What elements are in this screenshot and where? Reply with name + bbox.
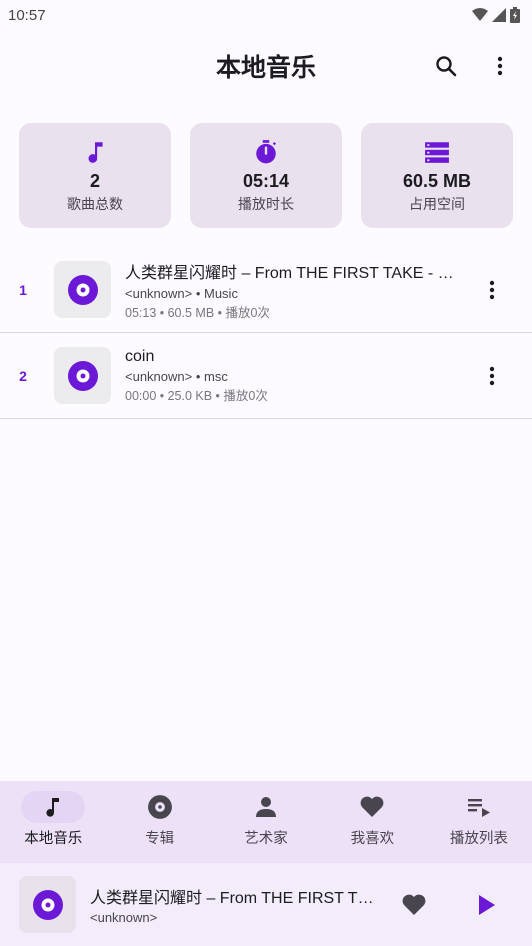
song-index: 2 [19, 367, 27, 384]
song-list: 1 人类群星闪耀时 – From THE FIRST TAKE - … <unk… [0, 247, 532, 419]
nav-label: 我喜欢 [350, 831, 395, 847]
nav-label: 本地音乐 [24, 831, 83, 847]
play-button[interactable] [470, 889, 502, 921]
disc-icon [67, 360, 98, 391]
stat-label: 歌曲总数 [67, 196, 123, 212]
song-row[interactable]: 2 coin <unknown> • msc 00:00 • 25.0 KB •… [0, 333, 532, 419]
music-note-icon [88, 142, 103, 163]
stat-value: 05:14 [242, 171, 290, 191]
bottom-nav: 本地音乐 专辑 艺术家 我喜欢 播放列表 [0, 781, 532, 863]
nav-label: 艺术家 [244, 831, 288, 847]
status-time: 10:57 [8, 6, 46, 24]
stat-card-storage: 60.5 MB 占用空间 [361, 123, 513, 228]
stat-value: 2 [89, 171, 100, 191]
more-vert-icon [489, 280, 495, 300]
stat-label: 占用空间 [409, 196, 465, 212]
song-artist-album: <unknown> • msc [125, 368, 228, 384]
nav-item-local-music[interactable]: 本地音乐 [0, 781, 106, 863]
nav-item-playlists[interactable]: 播放列表 [426, 781, 532, 863]
stats-row: 2 歌曲总数 05:14 播放时长 60.5 MB 占用空间 [19, 123, 513, 228]
wifi-icon [472, 8, 488, 21]
song-more-button[interactable] [480, 274, 504, 306]
status-icons [472, 7, 520, 23]
disc-icon [32, 889, 63, 920]
disc-icon [67, 274, 98, 305]
nav-item-albums[interactable]: 专辑 [106, 781, 212, 863]
music-note-icon [46, 798, 60, 817]
song-meta: 00:00 • 25.0 KB • 播放0次 [125, 388, 268, 403]
song-artist-album: <unknown> • Music [125, 285, 238, 301]
nav-item-artists[interactable]: 艺术家 [213, 781, 319, 863]
app-bar: 本地音乐 [0, 38, 532, 94]
heart-icon [361, 796, 384, 817]
more-vert-icon [497, 56, 503, 76]
song-index: 1 [19, 281, 27, 298]
song-title: 人类群星闪耀时 – From THE FIRST TAKE - … [125, 264, 454, 282]
page-title: 本地音乐 [215, 54, 316, 82]
player-album-art [19, 876, 76, 933]
nav-label: 专辑 [145, 831, 175, 847]
timer-icon [256, 140, 277, 164]
stat-label: 播放时长 [238, 196, 294, 212]
play-icon [479, 895, 495, 915]
player-artist: <unknown> [90, 910, 158, 925]
cell-signal-icon [492, 8, 506, 22]
song-title: coin [125, 347, 155, 365]
favorite-button[interactable] [398, 889, 430, 921]
song-meta: 05:13 • 60.5 MB • 播放0次 [125, 305, 270, 320]
more-options-button[interactable] [484, 50, 516, 82]
battery-icon [510, 7, 520, 23]
nav-item-favorites[interactable]: 我喜欢 [319, 781, 425, 863]
song-more-button[interactable] [480, 360, 504, 392]
status-bar: 10:57 [0, 0, 532, 30]
stat-card-song-count: 2 歌曲总数 [19, 123, 171, 228]
player-title: 人类群星闪耀时 – From THE FIRST T… [90, 890, 374, 907]
search-button[interactable] [430, 50, 462, 82]
search-icon [436, 56, 457, 77]
nav-label: 播放列表 [449, 831, 508, 847]
album-icon [147, 795, 172, 819]
song-row[interactable]: 1 人类群星闪耀时 – From THE FIRST TAKE - … <unk… [0, 247, 532, 333]
heart-icon [402, 894, 426, 915]
mini-player[interactable]: 人类群星闪耀时 – From THE FIRST T… <unknown> [0, 863, 532, 946]
playlist-icon [467, 799, 490, 817]
album-art [54, 261, 111, 318]
album-art [54, 347, 111, 404]
stat-card-duration: 05:14 播放时长 [190, 123, 342, 228]
storage-icon [425, 142, 449, 163]
more-vert-icon [489, 366, 495, 386]
person-icon [256, 797, 277, 817]
stat-value: 60.5 MB [402, 171, 472, 191]
